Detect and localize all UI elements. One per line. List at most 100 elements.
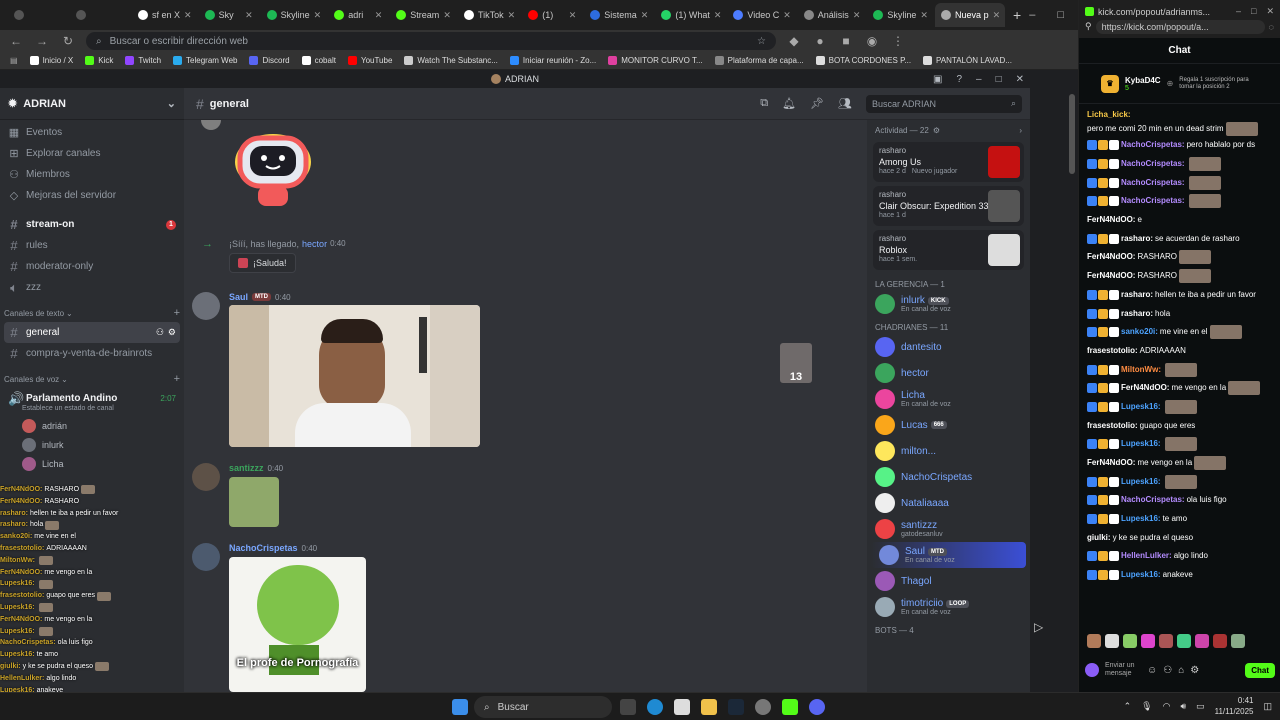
browser-tab[interactable]: Nueva p ✕ — [935, 3, 1006, 27]
kick-icon[interactable] — [782, 699, 798, 715]
scrollbar[interactable] — [1066, 88, 1078, 692]
chat-username[interactable]: Lupesk16: — [1121, 477, 1161, 487]
maximize-icon[interactable]: □ — [1251, 6, 1256, 17]
avatar[interactable] — [192, 292, 220, 320]
browser-tab[interactable]: Skyline ✕ — [867, 3, 933, 27]
reload-icon[interactable]: ↻ — [60, 34, 76, 48]
voice-status[interactable]: Establece un estado de canal — [0, 405, 184, 412]
bookmark-item[interactable]: Kick — [85, 56, 113, 65]
voice-member[interactable]: adrián — [0, 416, 184, 435]
send-button[interactable]: Chat — [1245, 662, 1275, 678]
chat-username[interactable]: frasestotolio: — [1087, 421, 1138, 431]
chat-username[interactable]: NachoCrispetas: — [1121, 178, 1185, 188]
nav-item[interactable]: ◇ Mejoras del servidor — [0, 185, 184, 206]
maximize-icon[interactable]: □ — [1057, 9, 1064, 21]
add-channel-icon[interactable]: + — [174, 307, 180, 319]
member-item[interactable]: milton... — [867, 438, 1030, 464]
bookmark-item[interactable]: YouTube — [347, 56, 392, 65]
minimize-icon[interactable]: – — [1029, 9, 1035, 21]
tab-close-icon[interactable]: ✕ — [443, 10, 451, 21]
member-item[interactable]: Licha En canal de voz — [867, 386, 1030, 412]
emoji-icon[interactable]: ☺ — [1147, 665, 1157, 676]
emote-shortcut-icon[interactable] — [1123, 634, 1137, 648]
browser-tab[interactable]: adri ✕ — [328, 3, 388, 27]
video-attachment[interactable] — [229, 305, 480, 447]
channel-item[interactable]: # stream-on 1 — [0, 214, 184, 235]
image-attachment[interactable]: El profe de Pornografía — [229, 557, 366, 692]
bookmarks-folder-icon[interactable]: ▤ — [10, 56, 18, 65]
tab-close-icon[interactable]: ✕ — [920, 10, 928, 21]
browser-tab[interactable]: Skyline ✕ — [261, 3, 327, 27]
chevron-right-icon[interactable]: › — [1019, 126, 1022, 135]
emote-shortcut-icon[interactable] — [1159, 634, 1173, 648]
eye-off-icon[interactable]: ◌ — [1269, 22, 1274, 32]
server-header[interactable]: ✹ ADRIAN ⌄ — [0, 88, 184, 120]
extension-icon[interactable]: ■ — [838, 34, 854, 48]
avatar[interactable] — [192, 463, 220, 491]
bookmark-item[interactable]: Plataforma de capa... — [714, 56, 804, 65]
taskbar-search[interactable]: ⌕ Buscar — [474, 696, 612, 718]
category-voice[interactable]: Canales de voz ⌄ + — [0, 370, 184, 388]
browser-tab[interactable] — [70, 3, 130, 27]
discord-icon[interactable] — [809, 699, 825, 715]
bookmark-item[interactable]: Discord — [249, 56, 290, 65]
nav-item[interactable]: ▦ Eventos — [0, 122, 184, 143]
bookmark-item[interactable]: MONITOR CURVO T... — [608, 56, 703, 65]
member-item[interactable]: santizzz gatodesanluv — [867, 516, 1030, 542]
tab-close-icon[interactable]: ✕ — [993, 10, 1001, 21]
message-author[interactable]: santizzz — [229, 463, 264, 473]
chat-username[interactable]: FerN4NdOO: — [1087, 252, 1135, 262]
chat-input[interactable]: Enviar un mensaje ☺ ⚇ ⌂ ⚙ Chat — [1079, 655, 1280, 685]
chat-username[interactable]: FerN4NdOO: — [1121, 383, 1169, 393]
emote-shortcut-icon[interactable] — [1177, 634, 1191, 648]
store-icon[interactable] — [674, 699, 690, 715]
chat-username[interactable]: NachoCrispetas: — [1121, 495, 1185, 505]
voice-member[interactable]: inlurk — [0, 435, 184, 454]
member-item[interactable]: Thagol — [867, 568, 1030, 594]
wifi-icon[interactable]: ◠ — [1163, 701, 1171, 712]
volume-icon[interactable]: 🔊︎ — [1180, 701, 1186, 712]
avatar[interactable] — [192, 543, 220, 571]
mic-icon[interactable] — [1085, 663, 1099, 677]
chat-username[interactable]: rasharo: — [1121, 234, 1153, 244]
edge-icon[interactable] — [647, 699, 663, 715]
chat-username[interactable]: NachoCrispetas: — [1121, 196, 1185, 206]
channel-item[interactable]: # general ⚇ ⚙ — [4, 322, 180, 343]
tab-close-icon[interactable]: ✕ — [314, 10, 322, 21]
bookmark-item[interactable]: Telegram Web — [173, 56, 237, 65]
chat-username[interactable]: NachoCrispetas: — [1121, 140, 1185, 150]
member-item[interactable]: inlurk KICK En canal de voz — [867, 291, 1030, 317]
app-icon[interactable] — [755, 699, 771, 715]
chat-username[interactable]: NachoCrispetas: — [1121, 159, 1185, 169]
chat-username[interactable]: sanko20i: — [1121, 327, 1158, 337]
members-icon[interactable]: 👥︎ — [838, 97, 852, 110]
message-author[interactable]: NachoCrispetas — [229, 543, 298, 553]
chat-username[interactable]: FerN4NdOO: — [1087, 215, 1135, 225]
bookmark-item[interactable]: Inicio / X — [29, 56, 73, 65]
chat-username[interactable]: MiltonWw: — [1121, 365, 1161, 375]
stream-thumbnail[interactable]: 13 — [780, 343, 812, 383]
gear-icon[interactable]: ⚙ — [168, 327, 176, 338]
threads-icon[interactable]: ⧉ — [760, 97, 768, 110]
search-input[interactable]: Buscar ADRIAN ⌕ — [866, 94, 1022, 113]
gift-icon[interactable]: ⌂ — [1178, 665, 1184, 676]
browser-tab[interactable]: TikTok ✕ — [458, 3, 520, 27]
minimize-icon[interactable]: – — [1236, 6, 1241, 17]
voice-member[interactable]: Licha — [0, 454, 184, 473]
settings-icon[interactable]: ⚙ — [1190, 665, 1199, 676]
chat-username[interactable]: FerN4NdOO: — [1087, 458, 1135, 468]
emote-shortcut-icon[interactable] — [1087, 634, 1101, 648]
activity-card[interactable]: rasharo Clair Obscur: Expedition 33 hace 1… — [873, 186, 1024, 226]
chat-username[interactable]: giulki: — [1087, 533, 1111, 543]
browser-tab[interactable]: Análisis ✕ — [798, 3, 866, 27]
extension-icon[interactable]: ◆ — [786, 34, 802, 48]
member-item[interactable]: timotriciio LOOP En canal de voz — [867, 594, 1030, 620]
tab-close-icon[interactable]: ✕ — [714, 10, 722, 21]
chat-username[interactable]: frasestotolio: — [1087, 346, 1138, 356]
member-item[interactable]: hector — [867, 360, 1030, 386]
extension-icon[interactable]: ● — [812, 34, 828, 48]
mic-icon[interactable]: 🎙︎ — [1141, 701, 1152, 712]
nav-item[interactable]: ⚇ Miembros — [0, 164, 184, 185]
play-icon[interactable]: ▷ — [1034, 620, 1043, 634]
forward-icon[interactable]: → — [34, 34, 50, 48]
